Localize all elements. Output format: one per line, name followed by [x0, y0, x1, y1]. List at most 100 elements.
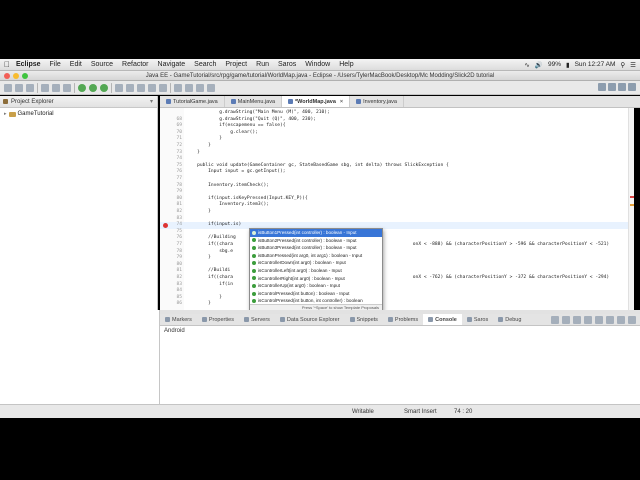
code-line[interactable]: 69 if(escapemenu == false){: [160, 123, 634, 130]
code-line[interactable]: 86 }: [160, 301, 634, 308]
content-assist-item[interactable]: isButton2Pressed(int controller) : boole…: [250, 237, 382, 245]
tab-servers[interactable]: Servers: [239, 317, 275, 323]
content-assist-item[interactable]: isButtonPressed(int arg0, int arg1) : bo…: [250, 252, 382, 260]
content-assist-item[interactable]: isControlPressed(int button) : boolean -…: [250, 290, 382, 298]
java-perspective-icon[interactable]: [618, 83, 626, 91]
content-assist-item[interactable]: isControllerUp(int arg0) : boolean - Inp…: [250, 282, 382, 290]
content-assist-popup[interactable]: isButton1Pressed(int controller) : boole…: [249, 228, 383, 311]
new-java-project-icon[interactable]: [115, 83, 123, 92]
skip-breakpoints-icon[interactable]: [63, 83, 71, 92]
save-icon[interactable]: [15, 83, 23, 92]
run-icon[interactable]: [89, 83, 97, 92]
code-line[interactable]: 76 Input input = gc.getInput();: [160, 169, 634, 176]
debug-perspective-icon[interactable]: [628, 83, 636, 91]
menu-window[interactable]: Window: [305, 61, 330, 68]
menu-run[interactable]: Run: [256, 61, 269, 68]
menu-navigate[interactable]: Navigate: [158, 61, 186, 68]
menu-source[interactable]: Source: [91, 61, 113, 68]
code-line[interactable]: 82 }: [160, 209, 634, 216]
tab-markers[interactable]: Markers: [160, 317, 197, 323]
prev-annotation-icon[interactable]: [185, 83, 193, 92]
tab-mainmenu[interactable]: MainMenu.java: [225, 96, 283, 107]
menu-refactor[interactable]: Refactor: [122, 61, 148, 68]
code-line[interactable]: 76 //Building: [160, 235, 634, 242]
content-assist-item[interactable]: isButton3Pressed(int controller) : boole…: [250, 244, 382, 252]
code-line[interactable]: 85 }: [160, 295, 634, 302]
next-annotation-icon[interactable]: [174, 83, 182, 92]
menu-search[interactable]: Search: [194, 61, 216, 68]
menu-app-eclipse[interactable]: Eclipse: [16, 61, 41, 68]
view-menu-icon[interactable]: ▾: [150, 98, 153, 105]
code-line[interactable]: 79 }: [160, 255, 634, 262]
warning-mark[interactable]: [630, 204, 634, 206]
code-line[interactable]: 80: [160, 262, 634, 269]
code-editor[interactable]: g.drawString("Main Menu (M)", 400, 210);…: [160, 108, 634, 310]
menu-edit[interactable]: Edit: [70, 61, 82, 68]
code-line[interactable]: 83 if(in: [160, 282, 634, 289]
code-line[interactable]: 78 sbg.e: [160, 249, 634, 256]
new-class-icon[interactable]: [137, 83, 145, 92]
code-line[interactable]: 71 }: [160, 136, 634, 143]
battery-percent[interactable]: 99%: [548, 61, 561, 68]
terminate-icon[interactable]: [551, 315, 559, 324]
run-external-icon[interactable]: [100, 83, 108, 92]
project-explorer-tab[interactable]: Project Explorer: [11, 99, 54, 105]
code-line[interactable]: 84: [160, 288, 634, 295]
menu-help[interactable]: Help: [339, 61, 353, 68]
back-icon[interactable]: [196, 83, 204, 92]
minimize-icon[interactable]: [617, 315, 625, 324]
tree-item-project[interactable]: ▸ GameTutorial: [0, 108, 157, 117]
tab-worldmap[interactable]: *WorldMap.java ×: [282, 96, 351, 107]
overview-ruler[interactable]: [628, 108, 634, 310]
pin-console-icon[interactable]: [595, 315, 603, 324]
clear-console-icon[interactable]: [573, 315, 581, 324]
tab-tutorialgame[interactable]: TutorialGame.java: [160, 96, 225, 107]
close-window-button[interactable]: [4, 73, 10, 79]
expand-arrow-icon[interactable]: ▸: [4, 111, 7, 117]
open-perspective-icon[interactable]: [598, 83, 606, 91]
tab-inventory[interactable]: Inventory.java: [350, 96, 404, 107]
menu-saros[interactable]: Saros: [278, 61, 296, 68]
remove-launch-icon[interactable]: [562, 315, 570, 324]
tab-data-source-explorer[interactable]: Data Source Explorer: [275, 317, 345, 323]
tab-properties[interactable]: Properties: [197, 317, 239, 323]
code-line[interactable]: 79: [160, 189, 634, 196]
server-icon[interactable]: [41, 83, 49, 92]
spotlight-icon[interactable]: ⚲: [620, 61, 625, 69]
error-mark[interactable]: [630, 196, 634, 198]
display-console-icon[interactable]: [606, 315, 614, 324]
new-icon[interactable]: [4, 83, 12, 92]
debug-icon[interactable]: [78, 83, 86, 92]
open-type-icon[interactable]: [148, 83, 156, 92]
content-assist-item[interactable]: isControllerDown(int arg0) : boolean - I…: [250, 259, 382, 267]
apple-icon[interactable]: : [4, 60, 10, 69]
zoom-window-button[interactable]: [22, 73, 28, 79]
code-line[interactable]: 72 }: [160, 143, 634, 150]
code-line[interactable]: 77: [160, 176, 634, 183]
code-line[interactable]: 81 Inventory.item3();: [160, 202, 634, 209]
scroll-lock-icon[interactable]: [584, 315, 592, 324]
maximize-icon[interactable]: [628, 315, 636, 324]
tab-console[interactable]: Console: [423, 314, 462, 325]
console-output[interactable]: Android: [160, 326, 640, 404]
tab-problems[interactable]: Problems: [383, 317, 423, 323]
code-line[interactable]: 73 }: [160, 150, 634, 157]
code-line[interactable]: 70 g.clear();: [160, 130, 634, 137]
tab-saros[interactable]: Saros: [462, 317, 493, 323]
tab-snippets[interactable]: Snippets: [345, 317, 383, 323]
menu-project[interactable]: Project: [225, 61, 247, 68]
sync-icon[interactable]: [52, 83, 60, 92]
content-assist-item[interactable]: isControllerRight(int arg0) : boolean - …: [250, 275, 382, 283]
battery-icon[interactable]: ▮: [566, 61, 570, 69]
code-line[interactable]: 77 if((chara onX < -888) && (characterPo…: [160, 242, 634, 249]
close-tab-icon[interactable]: ×: [340, 99, 343, 105]
code-line[interactable]: g.drawString("Main Menu (M)", 400, 210);: [160, 110, 634, 117]
content-assist-item[interactable]: isButton1Pressed(int controller) : boole…: [250, 229, 382, 237]
code-line[interactable]: 81 //Buildi: [160, 268, 634, 275]
menubar-clock[interactable]: Sun 12:27 AM: [575, 61, 616, 68]
wifi-icon[interactable]: ∿: [524, 61, 529, 69]
javaee-perspective-icon[interactable]: [608, 83, 616, 91]
tab-debug[interactable]: Debug: [493, 317, 526, 323]
new-package-icon[interactable]: [126, 83, 134, 92]
minimize-window-button[interactable]: [13, 73, 19, 79]
